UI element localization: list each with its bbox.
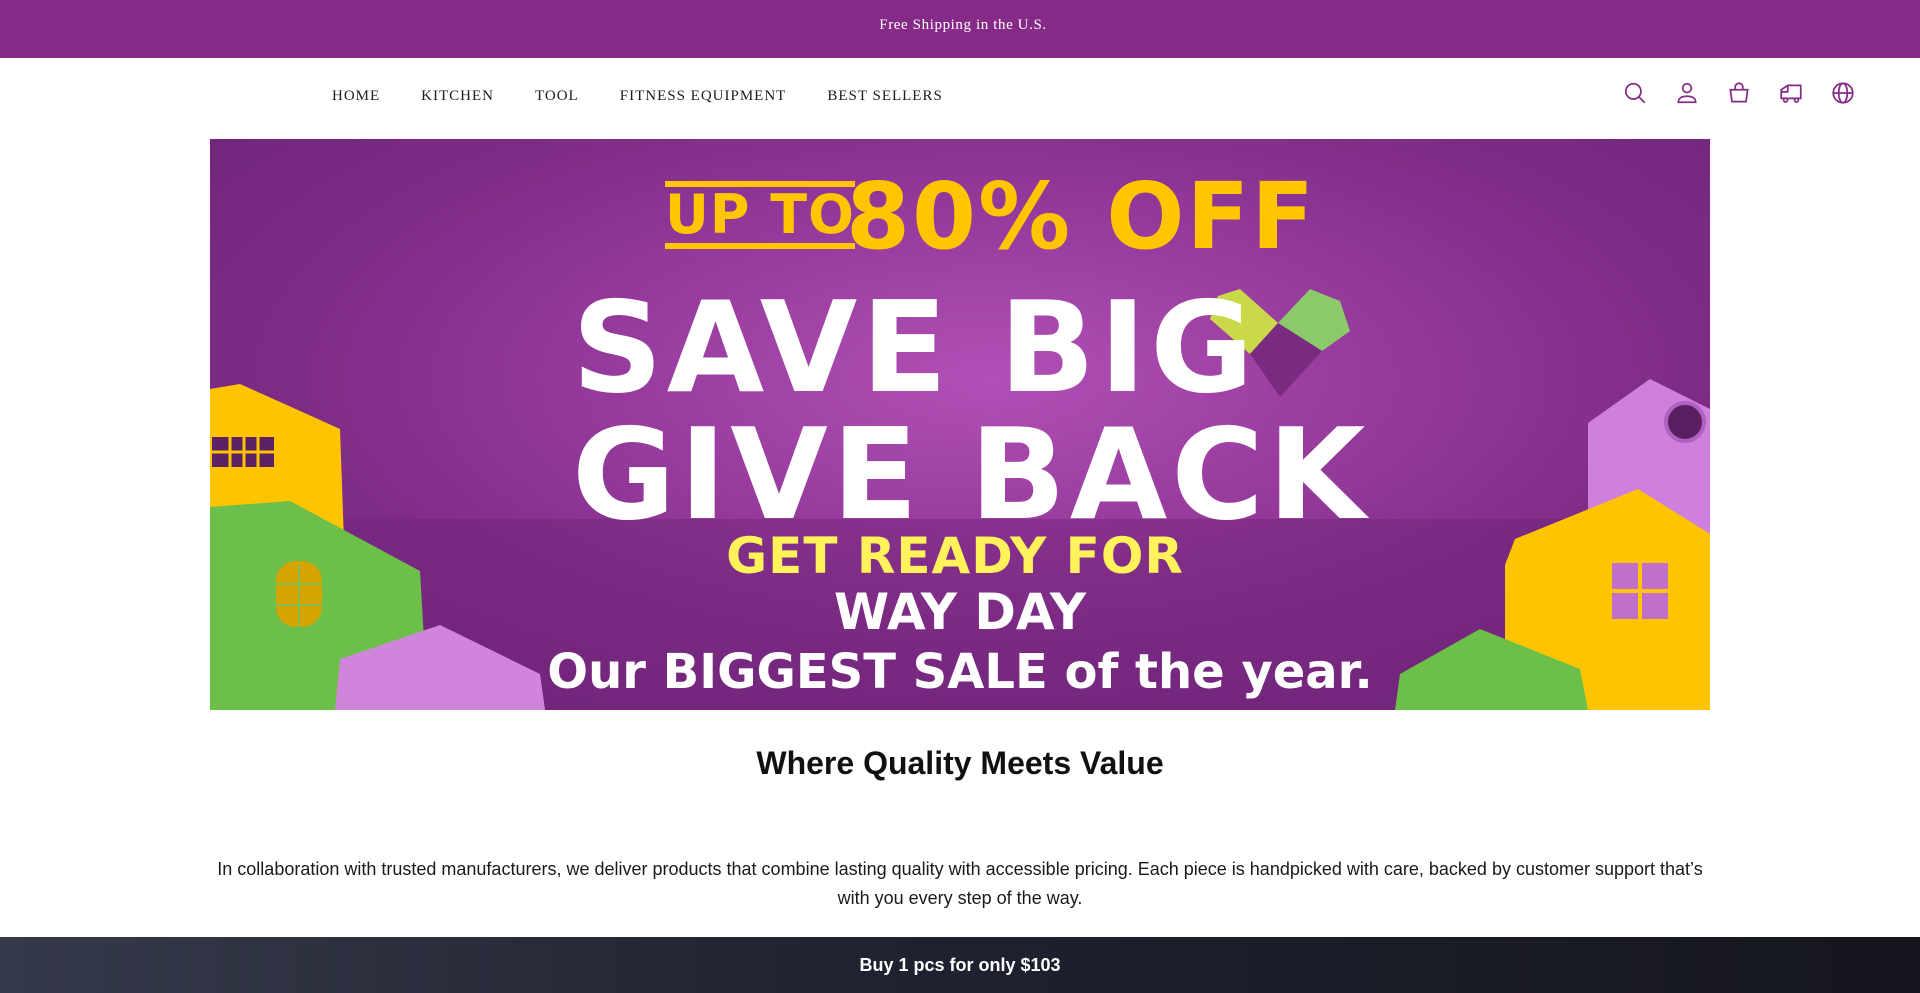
banner-up-to: UP TO xyxy=(665,181,855,249)
header-icons xyxy=(1620,78,1920,118)
banner-give-back: GIVE BACK xyxy=(572,401,1370,548)
sticky-buy-text[interactable]: Buy 1 pcs for only $103 xyxy=(859,955,1060,976)
banner-biggest-sale: Our BIGGEST SALE of the year. xyxy=(547,644,1373,700)
nav-item-kitchen[interactable]: KITCHEN xyxy=(421,88,494,105)
announcement-text: Free Shipping in the U.S. xyxy=(879,16,1047,33)
site-header: HOME KITCHEN TOOL FITNESS EQUIPMENT BEST… xyxy=(0,58,1920,138)
search-icon[interactable] xyxy=(1620,78,1650,108)
language-icon[interactable] xyxy=(1828,78,1858,108)
banner-way-day: WAY DAY xyxy=(833,583,1087,641)
cart-icon[interactable] xyxy=(1724,78,1754,108)
announcement-bar: Free Shipping in the U.S. xyxy=(0,0,1920,58)
nav-item-tool[interactable]: TOOL xyxy=(535,88,579,105)
account-icon[interactable] xyxy=(1672,78,1702,108)
banner-save-big: SAVE BIG xyxy=(572,274,1258,421)
nav-item-fitness-equipment[interactable]: FITNESS EQUIPMENT xyxy=(620,88,787,105)
banner-get-ready: GET READY FOR xyxy=(726,527,1184,585)
nav-item-home[interactable]: HOME xyxy=(332,88,380,105)
banner-discount: 80% OFF xyxy=(846,163,1317,270)
main-nav: HOME KITCHEN TOOL FITNESS EQUIPMENT BEST… xyxy=(332,88,984,105)
sticky-buy-bar[interactable]: Buy 1 pcs for only $103 xyxy=(0,937,1920,993)
nav-item-best-sellers[interactable]: BEST SELLERS xyxy=(827,88,943,105)
tracking-icon[interactable] xyxy=(1776,78,1806,108)
section-description: In collaboration with trusted manufactur… xyxy=(217,859,1703,908)
hero-banner[interactable]: UP TO 80% OFF SAVE BIG GIVE BACK GET REA… xyxy=(210,139,1710,710)
section-heading: Where Quality Meets Value xyxy=(756,745,1164,781)
